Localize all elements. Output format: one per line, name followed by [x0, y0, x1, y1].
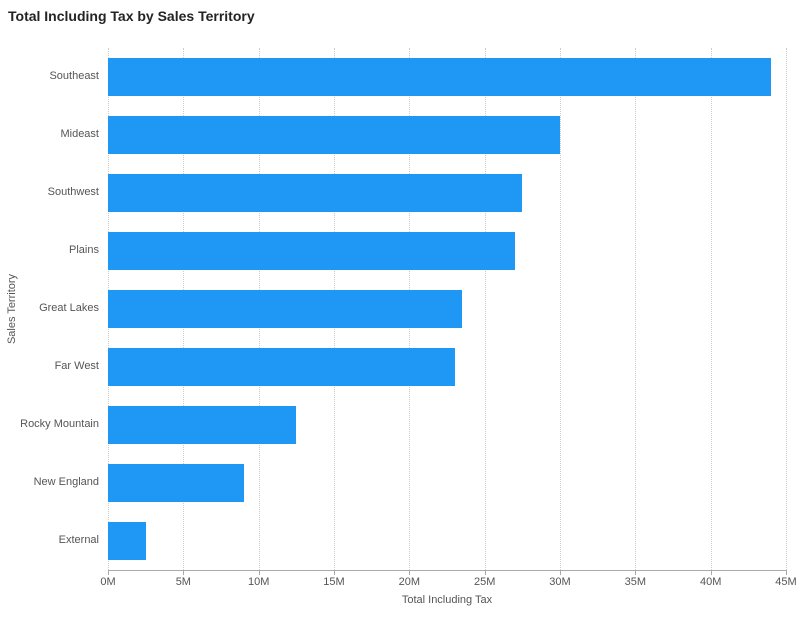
- bar-row: [108, 164, 522, 222]
- x-tick: [409, 570, 410, 575]
- bar[interactable]: [108, 174, 522, 212]
- x-tick-label: 20M: [389, 576, 429, 588]
- x-tick-label: 10M: [239, 576, 279, 588]
- bar[interactable]: [108, 406, 296, 444]
- bar-row: [108, 106, 560, 164]
- bar[interactable]: [108, 116, 560, 154]
- x-axis-title: Total Including Tax: [108, 594, 786, 606]
- bar[interactable]: [108, 464, 244, 502]
- y-tick-label: Plains: [0, 245, 99, 256]
- gridline: [635, 48, 636, 570]
- gridline: [786, 48, 787, 570]
- y-tick-label: New England: [0, 477, 99, 488]
- bar-row: [108, 454, 244, 512]
- y-tick-label: Southeast: [0, 71, 99, 82]
- x-axis-line: [108, 570, 786, 571]
- bar-row: [108, 512, 146, 570]
- x-tick: [334, 570, 335, 575]
- x-tick-label: 25M: [465, 576, 505, 588]
- x-tick: [183, 570, 184, 575]
- bar[interactable]: [108, 58, 771, 96]
- x-tick: [485, 570, 486, 575]
- x-tick-label: 30M: [540, 576, 580, 588]
- bar[interactable]: [108, 232, 515, 270]
- x-tick-label: 15M: [314, 576, 354, 588]
- gridline: [560, 48, 561, 570]
- x-tick-label: 35M: [615, 576, 655, 588]
- y-tick-label: Mideast: [0, 129, 99, 140]
- bar[interactable]: [108, 290, 462, 328]
- bar-row: [108, 338, 455, 396]
- bar-row: [108, 222, 515, 280]
- x-tick: [635, 570, 636, 575]
- y-tick-label: Great Lakes: [0, 303, 99, 314]
- x-tick-label: 45M: [766, 576, 799, 588]
- bar-row: [108, 48, 771, 106]
- bar-row: [108, 280, 462, 338]
- x-tick: [108, 570, 109, 575]
- x-tick: [259, 570, 260, 575]
- bar[interactable]: [108, 522, 146, 560]
- x-tick-label: 40M: [691, 576, 731, 588]
- bar[interactable]: [108, 348, 455, 386]
- x-tick-label: 0M: [88, 576, 128, 588]
- x-tick: [560, 570, 561, 575]
- y-tick-label: Far West: [0, 361, 99, 372]
- y-tick-label: Southwest: [0, 187, 99, 198]
- bar-row: [108, 396, 296, 454]
- y-tick-label: Rocky Mountain: [0, 419, 99, 430]
- plot-area: [108, 48, 786, 570]
- chart-title: Total Including Tax by Sales Territory: [0, 0, 799, 24]
- x-tick: [786, 570, 787, 575]
- x-tick: [711, 570, 712, 575]
- y-tick-label: External: [0, 535, 99, 546]
- gridline: [711, 48, 712, 570]
- x-tick-label: 5M: [163, 576, 203, 588]
